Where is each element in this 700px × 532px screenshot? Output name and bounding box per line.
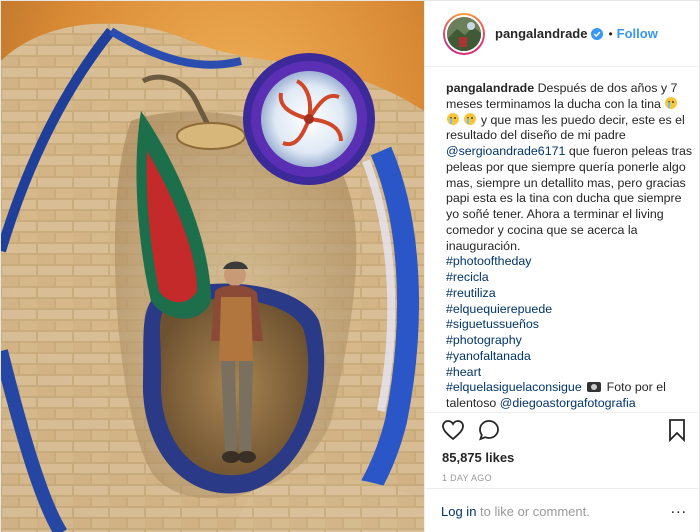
shower-tub-illustration <box>1 1 424 532</box>
camera-emoji-icon <box>587 382 602 393</box>
hashtag-link[interactable]: #yanofaltanada <box>446 349 693 365</box>
bookmark-icon[interactable] <box>665 418 689 442</box>
post-timestamp[interactable]: 1 DAY AGO <box>442 473 689 483</box>
crying-emoji-icon <box>665 96 678 109</box>
post-photo[interactable] <box>1 1 424 532</box>
avatar-image <box>447 16 481 51</box>
more-options-icon[interactable]: ... <box>671 500 687 518</box>
hashtag-link[interactable]: #reutiliza <box>446 286 693 302</box>
heart-icon[interactable] <box>441 418 465 442</box>
avatar-story-ring[interactable] <box>443 12 485 55</box>
comment-login-row: Log in to like or comment. ... <box>425 488 700 532</box>
header-separator: • <box>608 26 613 41</box>
comment-icon[interactable] <box>477 418 501 442</box>
caption-mention[interactable]: @sergioandrade6171 <box>446 144 565 158</box>
login-link[interactable]: Log in <box>441 504 476 519</box>
verified-badge-icon <box>591 27 604 40</box>
hashtag-link[interactable]: #elquelasiguelaconsigue <box>446 380 582 394</box>
hashtag-link[interactable]: #siguetussueños <box>446 317 693 333</box>
caption: pangalandrade Después de dos años y 7 me… <box>446 81 693 412</box>
photographer-mention[interactable]: @diegoastorgafotografia <box>500 396 636 410</box>
instagram-post: pangalandrade • Follow pangalandrade Des… <box>0 0 700 532</box>
login-prompt: Log in to like or comment. <box>441 504 590 519</box>
caption-text-3: que fueron peleas tras peleas por que si… <box>446 144 693 253</box>
hashtag-link[interactable]: #elquequierepuede <box>446 302 693 318</box>
header-username[interactable]: pangalandrade <box>495 26 587 41</box>
post-header: pangalandrade • Follow <box>425 1 699 67</box>
caption-username[interactable]: pangalandrade <box>446 81 534 95</box>
likes-count[interactable]: 85,875 likes <box>442 450 689 465</box>
action-icons-row <box>441 413 689 447</box>
crying-emoji-icon <box>447 112 459 125</box>
hashtag-link[interactable]: #heart <box>446 365 693 381</box>
hashtag-link[interactable]: #photography <box>446 333 693 349</box>
caption-text-2: y que mas les puedo decir, este es el re… <box>446 112 685 143</box>
follow-button[interactable]: Follow <box>617 26 658 41</box>
caption-scroll-area[interactable]: pangalandrade Después de dos años y 7 me… <box>425 67 700 412</box>
hashtag-link[interactable]: #recicla <box>446 270 693 286</box>
login-prompt-text: to like or comment. <box>476 504 590 519</box>
post-actions: 85,875 likes 1 DAY AGO Log in to like or… <box>425 412 700 532</box>
crying-emoji-icon <box>464 112 477 125</box>
hashtag-link[interactable]: #photooftheday <box>446 254 693 270</box>
post-side-panel: pangalandrade • Follow pangalandrade Des… <box>424 1 700 532</box>
avatar[interactable] <box>445 14 483 53</box>
